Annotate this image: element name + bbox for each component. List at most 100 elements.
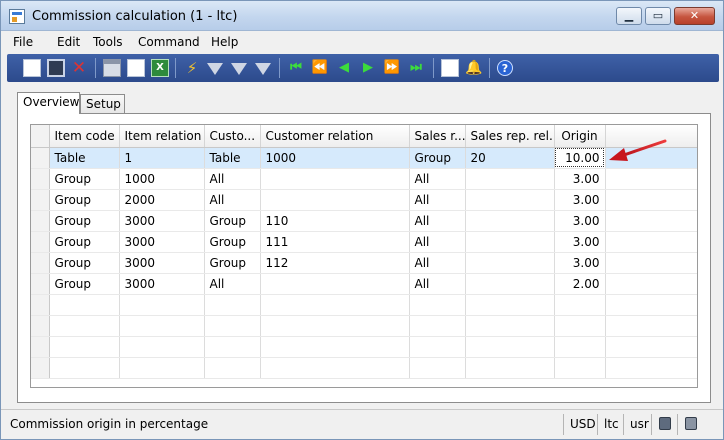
cell-customer-relation[interactable]: 1000 bbox=[260, 147, 410, 169]
cell-sales-rep[interactable]: All bbox=[409, 252, 466, 274]
cell-item-code[interactable] bbox=[49, 357, 120, 379]
cell-customer-relation[interactable] bbox=[260, 273, 410, 295]
table-row[interactable]: Group 2000 All All 3.00 bbox=[31, 189, 697, 211]
cell-sales-rep-relation[interactable] bbox=[465, 252, 555, 274]
row-selector[interactable] bbox=[31, 336, 50, 358]
cell-sales-rep[interactable] bbox=[409, 357, 466, 379]
row-selector[interactable] bbox=[31, 231, 50, 253]
table-row[interactable]: Table 1 Table 1000 Group 20 10.00 bbox=[31, 147, 697, 169]
cell-item-code[interactable]: Group bbox=[49, 231, 120, 253]
cell-customer[interactable]: All bbox=[204, 189, 261, 211]
cell-customer[interactable]: Group bbox=[204, 231, 261, 253]
session-icon[interactable] bbox=[685, 417, 697, 430]
cell-customer[interactable]: All bbox=[204, 273, 261, 295]
cell-origin[interactable] bbox=[554, 336, 606, 358]
export-excel-icon[interactable]: X bbox=[151, 59, 169, 77]
row-selector[interactable] bbox=[31, 357, 50, 379]
cell-sales-rep[interactable] bbox=[409, 336, 466, 358]
row-selector[interactable] bbox=[31, 147, 50, 169]
cell-item-relation[interactable]: 3000 bbox=[119, 231, 205, 253]
cell-origin[interactable] bbox=[554, 315, 606, 337]
cell-customer[interactable]: Group bbox=[204, 210, 261, 232]
tab-overview[interactable]: Overview bbox=[17, 92, 80, 114]
cell-item-relation[interactable]: 2000 bbox=[119, 189, 205, 211]
previous-record-icon[interactable]: ◀ bbox=[335, 59, 353, 77]
cell-origin[interactable] bbox=[554, 294, 606, 316]
commission-grid[interactable]: Item code Item relation Custo... Custome… bbox=[30, 124, 698, 388]
cell-customer-relation[interactable]: 112 bbox=[260, 252, 410, 274]
empty-table-row[interactable] bbox=[31, 294, 697, 316]
last-record-icon[interactable]: ⏭ bbox=[407, 59, 425, 77]
column-header-item-relation[interactable]: Item relation bbox=[119, 125, 205, 148]
cell-item-relation[interactable] bbox=[119, 294, 205, 316]
next-page-icon[interactable]: ⏩ bbox=[383, 59, 401, 77]
row-selector-header[interactable] bbox=[31, 125, 50, 148]
menu-help[interactable]: Help bbox=[211, 35, 238, 49]
cell-sales-rep-relation[interactable] bbox=[465, 231, 555, 253]
tab-setup[interactable]: Setup bbox=[80, 94, 125, 114]
filter-by-selection-icon[interactable]: ⚡ bbox=[183, 59, 201, 77]
cell-origin[interactable]: 2.00 bbox=[554, 273, 606, 295]
save-icon[interactable] bbox=[47, 59, 65, 77]
cell-customer-relation[interactable] bbox=[260, 315, 410, 337]
empty-table-row[interactable] bbox=[31, 336, 697, 358]
cell-sales-rep-relation[interactable]: 20 bbox=[465, 147, 555, 169]
cell-origin[interactable]: 3.00 bbox=[554, 252, 606, 274]
cell-item-code[interactable] bbox=[49, 294, 120, 316]
cell-item-code[interactable] bbox=[49, 336, 120, 358]
table-row[interactable]: Group 3000 All All 2.00 bbox=[31, 273, 697, 295]
table-row[interactable]: Group 1000 All All 3.00 bbox=[31, 168, 697, 190]
cell-item-relation[interactable] bbox=[119, 336, 205, 358]
cell-sales-rep[interactable]: All bbox=[409, 210, 466, 232]
column-header-item-code[interactable]: Item code bbox=[49, 125, 120, 148]
table-row[interactable]: Group 3000 Group 111 All 3.00 bbox=[31, 231, 697, 253]
status-company[interactable]: ltc bbox=[597, 414, 623, 435]
cell-item-code[interactable]: Group bbox=[49, 210, 120, 232]
cell-sales-rep[interactable]: All bbox=[409, 273, 466, 295]
row-selector[interactable] bbox=[31, 294, 50, 316]
cell-customer[interactable] bbox=[204, 336, 261, 358]
empty-table-row[interactable] bbox=[31, 315, 697, 337]
cell-customer-relation[interactable] bbox=[260, 357, 410, 379]
menu-tools[interactable]: Tools bbox=[93, 35, 123, 49]
status-currency[interactable]: USD bbox=[563, 414, 597, 435]
title-bar[interactable]: Commission calculation (1 - ltc) ▁ ▭ ✕ bbox=[1, 1, 723, 31]
row-selector[interactable] bbox=[31, 210, 50, 232]
column-header-customer-relation[interactable]: Customer relation bbox=[260, 125, 410, 148]
cell-customer-relation[interactable] bbox=[260, 189, 410, 211]
database-icon[interactable] bbox=[659, 417, 671, 430]
help-icon[interactable]: ? bbox=[497, 60, 513, 76]
document-handling-icon[interactable] bbox=[441, 59, 459, 77]
cell-sales-rep-relation[interactable] bbox=[465, 168, 555, 190]
cell-origin[interactable]: 3.00 bbox=[554, 210, 606, 232]
cell-customer[interactable]: All bbox=[204, 168, 261, 190]
cell-sales-rep[interactable] bbox=[409, 315, 466, 337]
cell-item-relation[interactable]: 1000 bbox=[119, 168, 205, 190]
cell-item-relation[interactable]: 3000 bbox=[119, 252, 205, 274]
next-record-icon[interactable]: ▶ bbox=[359, 59, 377, 77]
cell-sales-rep-relation[interactable] bbox=[465, 315, 555, 337]
column-header-sales-rep-relation[interactable]: Sales rep. rel... bbox=[465, 125, 555, 148]
cell-sales-rep-relation[interactable] bbox=[465, 294, 555, 316]
column-header-origin[interactable]: Origin bbox=[554, 125, 606, 148]
cell-item-relation[interactable]: 1 bbox=[119, 147, 205, 169]
cell-customer-relation[interactable] bbox=[260, 336, 410, 358]
cell-customer[interactable]: Group bbox=[204, 252, 261, 274]
close-button[interactable]: ✕ bbox=[674, 7, 715, 25]
cell-item-code[interactable] bbox=[49, 315, 120, 337]
column-header-customer[interactable]: Custo... bbox=[204, 125, 261, 148]
remove-filter-icon[interactable] bbox=[255, 63, 271, 75]
cell-customer-relation[interactable] bbox=[260, 168, 410, 190]
advanced-filter-icon[interactable] bbox=[231, 63, 247, 75]
cell-origin[interactable] bbox=[554, 357, 606, 379]
cell-item-relation[interactable] bbox=[119, 357, 205, 379]
minimize-button[interactable]: ▁ bbox=[616, 7, 642, 25]
cell-origin[interactable]: 3.00 bbox=[554, 189, 606, 211]
cell-item-relation[interactable]: 3000 bbox=[119, 273, 205, 295]
row-selector[interactable] bbox=[31, 273, 50, 295]
cell-item-code[interactable]: Group bbox=[49, 273, 120, 295]
cell-customer-relation[interactable]: 111 bbox=[260, 231, 410, 253]
cell-sales-rep[interactable]: Group bbox=[409, 147, 466, 169]
cell-origin[interactable]: 3.00 bbox=[554, 231, 606, 253]
table-row[interactable]: Group 3000 Group 112 All 3.00 bbox=[31, 252, 697, 274]
